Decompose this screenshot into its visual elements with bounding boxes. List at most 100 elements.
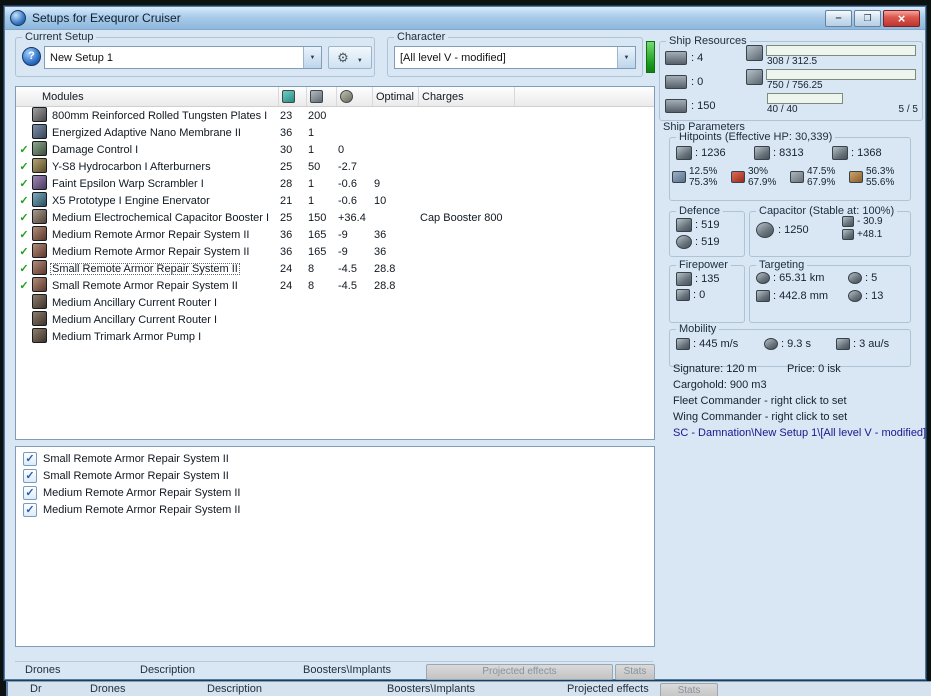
module-row[interactable]: ✓ Y-S8 Hydrocarbon I Afterburners 25 50 …	[16, 158, 654, 175]
bg-tab-drones-cut[interactable]: Dr	[30, 683, 42, 695]
module-row[interactable]: ✓ X5 Prototype I Engine Enervator 21 1 -…	[16, 192, 654, 209]
module-row[interactable]: 800mm Reinforced Rolled Tungsten Plates …	[16, 107, 654, 124]
maximize-button[interactable]	[854, 9, 881, 27]
targeting-range-icon	[756, 272, 770, 284]
list-item[interactable]: Small Remote Armor Repair System II	[16, 467, 654, 484]
passive-defence-icon	[676, 218, 692, 232]
wing-commander-text[interactable]: Wing Commander - right click to set	[673, 411, 847, 423]
missile-dps-icon	[676, 289, 690, 301]
module-charges: Cap Booster 800	[420, 212, 503, 224]
module-optimal: 28.8	[374, 280, 396, 292]
module-row[interactable]: Medium Ancillary Current Router I	[16, 294, 654, 311]
character-label: Character	[394, 31, 449, 43]
list-item[interactable]: Medium Remote Armor Repair System II	[16, 484, 654, 501]
tab-stats[interactable]: Stats	[615, 664, 655, 680]
tab-description[interactable]: Description	[140, 664, 195, 676]
defence-label: Defence	[676, 205, 723, 217]
launcher-hardpoints: : 0	[665, 70, 745, 94]
firepower-volley: : 0	[676, 289, 719, 301]
afterburner-icon	[32, 158, 47, 173]
setup-select[interactable]: New Setup 1	[44, 46, 322, 69]
module-cpu: 36	[280, 246, 293, 258]
module-name: X5 Prototype I Engine Enervator	[52, 195, 210, 207]
module-pg: 165	[308, 246, 327, 258]
defence-passive: : 519	[676, 218, 719, 232]
chevron-down-icon[interactable]	[303, 47, 321, 68]
tools-icon	[337, 49, 349, 67]
module-cpu: 28	[280, 178, 293, 190]
module-cpu: 23	[280, 110, 293, 122]
setup-tools-button[interactable]	[328, 46, 372, 69]
module-row[interactable]: Medium Trimark Armor Pump I	[16, 328, 654, 345]
titlebar[interactable]: Setups for Exequror Cruiser	[5, 7, 925, 30]
targeting-range: : 65.31 km	[756, 272, 848, 284]
list-item[interactable]: Small Remote Armor Repair System II	[16, 450, 654, 467]
checkbox-checked[interactable]	[23, 468, 37, 483]
module-cpu: 25	[280, 212, 293, 224]
module-name: Energized Adaptive Nano Membrane II	[52, 127, 241, 139]
mobility-group: Mobility : 445 m/s : 9.3 s : 3 au/s	[669, 323, 911, 367]
minimize-button[interactable]	[825, 9, 852, 27]
checkbox-checked[interactable]	[23, 451, 37, 466]
bg-tab-projected-effects[interactable]: Projected effects	[567, 683, 649, 695]
bg-tab-description[interactable]: Description	[207, 683, 262, 695]
modules-column-header: Modules	[42, 90, 84, 103]
character-skill-indicator	[646, 41, 655, 73]
module-row[interactable]: Medium Ancillary Current Router I	[16, 311, 654, 328]
capacitor-icon	[340, 90, 353, 103]
module-row[interactable]: ✓ Medium Remote Armor Repair System II 3…	[16, 243, 654, 260]
tab-boosters-implants[interactable]: Boosters\Implants	[303, 664, 391, 676]
module-cpu: 25	[280, 161, 293, 173]
capacitor-recharge: +48.1	[842, 229, 883, 240]
list-item[interactable]: Medium Remote Armor Repair System II	[16, 501, 654, 518]
modules-list[interactable]: Modules Optimal Charges 800mm Reinforced…	[15, 86, 655, 440]
module-name: Medium Ancillary Current Router I	[52, 314, 218, 326]
launcher-hardpoints-icon	[665, 75, 687, 89]
thermal-resist-icon	[731, 171, 745, 183]
sensor-strength-icon	[848, 290, 862, 302]
setup-select-value: New Setup 1	[50, 51, 113, 64]
max-velocity-icon	[676, 338, 690, 350]
help-button[interactable]: ?	[22, 47, 41, 66]
module-row[interactable]: ✓ Small Remote Armor Repair System II 24…	[16, 277, 654, 294]
character-select-value: [All level V - modified]	[400, 51, 506, 64]
module-name: Small Remote Armor Repair System II	[52, 280, 238, 292]
defence-group: Defence : 519 : 519	[669, 205, 745, 257]
close-button[interactable]	[883, 9, 920, 27]
module-row[interactable]: ✓ Medium Remote Armor Repair System II 3…	[16, 226, 654, 243]
module-row[interactable]: ✓ Medium Electrochemical Capacitor Boost…	[16, 209, 654, 226]
checkbox-checked[interactable]	[23, 502, 37, 517]
bg-tab-boosters-implants[interactable]: Boosters\Implants	[387, 683, 475, 695]
cpu-usage: 308 / 312.5	[746, 44, 920, 68]
module-pg: 8	[308, 280, 315, 292]
module-row[interactable]: ✓ Faint Epsilon Warp Scrambler I 28 1 -0…	[16, 175, 654, 192]
chevron-down-icon[interactable]	[357, 49, 363, 67]
tab-drones[interactable]: Drones	[25, 664, 60, 676]
module-row[interactable]: ✓ Damage Control I 30 1 0	[16, 141, 654, 158]
module-cpu: 36	[280, 229, 293, 241]
current-setup-label: Current Setup	[22, 31, 97, 43]
em-resist-icon	[672, 171, 686, 183]
projected-modules-list[interactable]: Small Remote Armor Repair System II Smal…	[15, 446, 655, 647]
module-optimal: 9	[374, 178, 381, 190]
bg-tab-drones[interactable]: Drones	[90, 683, 125, 695]
module-cpu: 24	[280, 263, 293, 275]
character-select[interactable]: [All level V - modified]	[394, 46, 636, 69]
stasis-web-icon	[32, 192, 47, 207]
checkbox-checked[interactable]	[23, 485, 37, 500]
powergrid-icon	[310, 90, 323, 103]
module-pg: 165	[308, 229, 327, 241]
kinetic-resist: 47.5% 67.9%	[790, 166, 849, 188]
fleet-commander-text[interactable]: Fleet Commander - right click to set	[673, 395, 847, 407]
module-cap: -4.5	[338, 280, 357, 292]
module-row-selected[interactable]: ✓ Small Remote Armor Repair System II 24…	[16, 260, 654, 277]
module-row[interactable]: Energized Adaptive Nano Membrane II 36 1	[16, 124, 654, 141]
fitted-check-icon: ✓	[19, 245, 29, 258]
module-name: Small Remote Armor Repair System II	[50, 263, 240, 275]
bg-tab-stats[interactable]: Stats	[660, 683, 718, 696]
tab-projected-effects[interactable]: Projected effects	[426, 664, 613, 680]
damage-control-icon	[32, 141, 47, 156]
module-pg: 200	[308, 110, 327, 122]
chevron-down-icon[interactable]	[617, 47, 635, 68]
capacitor-group: Capacitor (Stable at: 100%) : 1250 - 30.…	[749, 205, 911, 257]
